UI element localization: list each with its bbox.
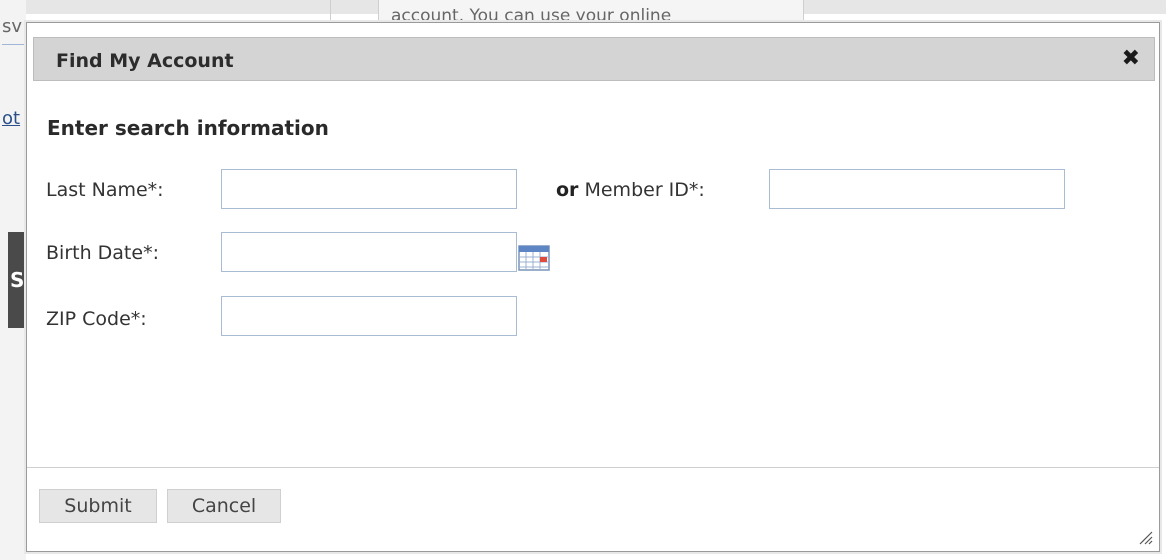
or-text: or (556, 179, 579, 201)
member-id-label-text: Member ID*: (578, 179, 705, 201)
birth-date-input[interactable] (221, 232, 517, 272)
background-link[interactable]: ot (2, 108, 26, 134)
background-info-box: account. You can use your online (378, 0, 804, 22)
birth-date-label: Birth Date*: (46, 242, 159, 264)
background-text-snippet: sv (2, 14, 26, 45)
background-dark-button[interactable]: S (8, 232, 26, 328)
find-account-dialog: Find My Account ✖ Enter search informati… (26, 22, 1160, 552)
section-heading: Enter search information (47, 116, 329, 140)
submit-button[interactable]: Submit (39, 489, 157, 523)
member-id-input[interactable] (769, 169, 1065, 209)
footer-divider (27, 467, 1159, 468)
calendar-icon[interactable] (517, 244, 551, 272)
dialog-titlebar[interactable]: Find My Account ✖ (33, 37, 1155, 81)
zip-code-label: ZIP Code*: (46, 308, 147, 330)
last-name-label: Last Name*: (46, 179, 164, 201)
zip-code-input[interactable] (221, 296, 517, 336)
page: sv ot S account. You can use your online… (0, 0, 1166, 560)
background-divider (330, 0, 331, 22)
dialog-title: Find My Account (56, 50, 234, 72)
last-name-input[interactable] (221, 169, 517, 209)
close-icon[interactable]: ✖ (1122, 46, 1140, 71)
member-id-label: or Member ID*: (556, 179, 705, 201)
cancel-button[interactable]: Cancel (167, 489, 281, 523)
resize-grip-icon[interactable] (1137, 529, 1153, 545)
background-info-text: account. You can use your online (391, 6, 672, 22)
